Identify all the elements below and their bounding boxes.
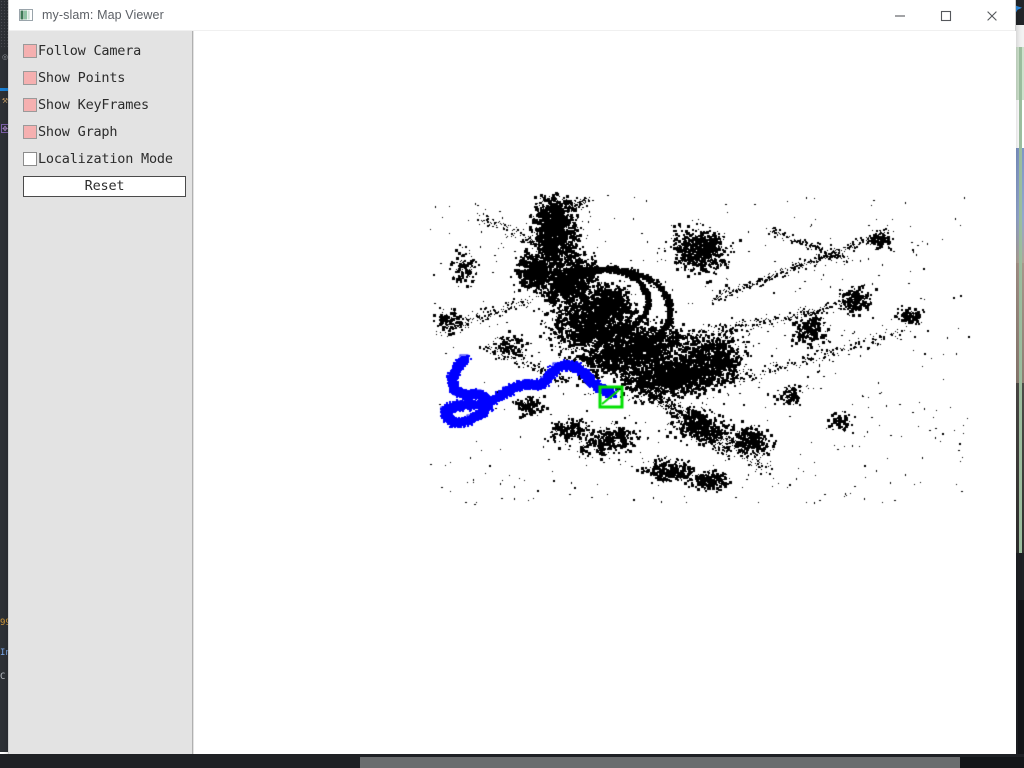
checkbox-label-show-points: Show Points: [38, 69, 126, 86]
checkbox-label-follow-camera: Follow Camera: [38, 42, 142, 59]
taskbar[interactable]: [0, 754, 1024, 768]
checkbox-row-show-keyframes[interactable]: Show KeyFrames: [14, 91, 192, 118]
point-cloud-canvas[interactable]: [194, 31, 1016, 758]
control-panel: Follow Camera Show Points Show KeyFrames Sh…: [14, 31, 193, 758]
slam-map-viewport[interactable]: [194, 31, 1016, 758]
taskbar-right-segment: [960, 757, 1024, 768]
checkbox-row-localization-mode[interactable]: Localization Mode: [14, 145, 192, 172]
window-titlebar[interactable]: my-slam: Map Viewer: [9, 0, 1015, 31]
checkbox-localization-mode[interactable]: [23, 151, 37, 166]
close-button[interactable]: [969, 0, 1015, 31]
checkbox-show-points[interactable]: [23, 70, 37, 85]
reset-button[interactable]: Reset: [23, 176, 186, 197]
checkbox-list: Follow Camera Show Points Show KeyFrames Sh…: [14, 31, 192, 172]
checkbox-label-localization-mode: Localization Mode: [38, 150, 173, 167]
checkbox-row-follow-camera[interactable]: Follow Camera: [14, 37, 192, 64]
window-controls: [877, 0, 1015, 31]
checkbox-row-show-graph[interactable]: Show Graph: [14, 118, 192, 145]
checkbox-label-show-keyframes: Show KeyFrames: [38, 96, 149, 113]
taskbar-segment: [360, 757, 960, 768]
right-window-edge-strip: [1019, 47, 1022, 607]
checkbox-follow-camera[interactable]: [23, 43, 37, 58]
window-title: my-slam: Map Viewer: [42, 8, 164, 22]
checkbox-show-keyframes[interactable]: [23, 97, 37, 112]
checkbox-show-graph[interactable]: [23, 124, 37, 139]
map-viewer-window: my-slam: Map Viewer Follow Camera Show P…: [8, 0, 1016, 758]
right-window-footer-shadow: [1018, 600, 1024, 768]
map-viewer-icon: [19, 9, 33, 21]
maximize-button[interactable]: [923, 0, 969, 31]
checkbox-row-show-points[interactable]: Show Points: [14, 64, 192, 91]
minimize-button[interactable]: [877, 0, 923, 31]
checkbox-label-show-graph: Show Graph: [38, 123, 118, 140]
